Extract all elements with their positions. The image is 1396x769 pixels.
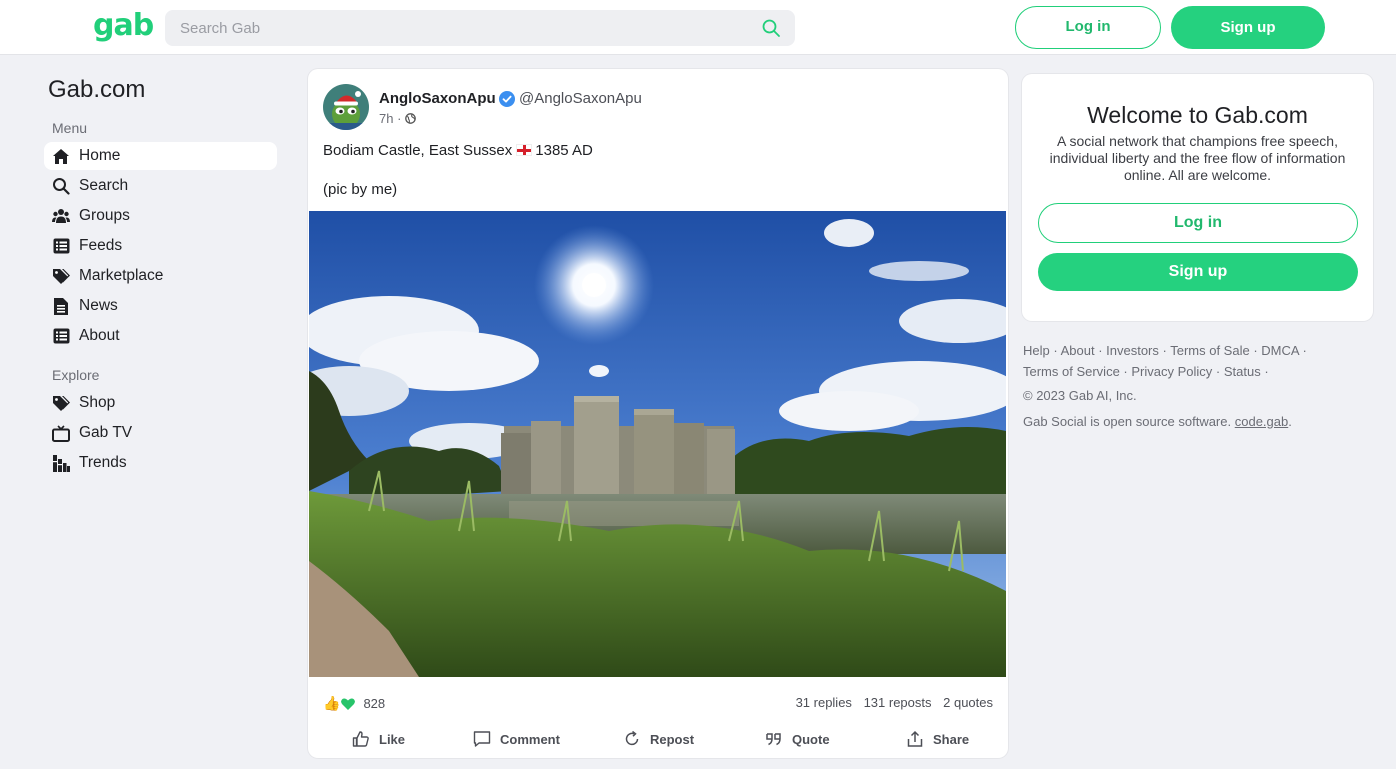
footer-link-dmca[interactable]: DMCA (1261, 343, 1299, 358)
search-input[interactable] (165, 10, 755, 46)
menu-section-label: Menu (52, 120, 88, 136)
sidebar-item-home[interactable]: Home (44, 142, 277, 170)
post-meta: 7h · (379, 111, 416, 126)
feeds-icon (52, 237, 70, 255)
comment-button[interactable]: Comment (473, 726, 560, 752)
login-button[interactable]: Log in (1015, 6, 1161, 49)
tag-icon (52, 267, 70, 285)
open-source-note: Gab Social is open source software. code… (1023, 414, 1292, 429)
tv-icon (52, 424, 70, 442)
share-label: Share (933, 731, 970, 747)
quote-icon (766, 733, 781, 746)
open-source-text: Gab Social is open source software. (1023, 414, 1232, 429)
comment-icon (473, 731, 491, 747)
copyright: © 2023 Gab AI, Inc. (1023, 388, 1137, 403)
england-flag-icon (516, 144, 533, 156)
groups-icon (52, 207, 70, 225)
top-bar: gab Log in Sign up (0, 0, 1396, 55)
reposts-count[interactable]: 131 reposts (864, 695, 932, 710)
gab-logo[interactable]: gab (93, 8, 154, 43)
thumbs-up-icon: 👍 (323, 695, 341, 711)
repost-label: Repost (650, 731, 695, 747)
footer-link-privacy-policy[interactable]: Privacy Policy (1131, 364, 1212, 379)
home-icon (52, 147, 70, 165)
sidebar-item-label: Feeds (79, 237, 123, 254)
welcome-login-button[interactable]: Log in (1038, 203, 1358, 243)
sidebar-item-marketplace[interactable]: Marketplace (44, 262, 277, 290)
post-text-line-1: Bodiam Castle, East Sussex 1385 AD (323, 142, 593, 159)
about-icon (52, 327, 70, 345)
sidebar-item-gab-tv[interactable]: Gab TV (44, 419, 277, 447)
sidebar-item-label: News (79, 297, 118, 314)
comment-label: Comment (500, 731, 560, 747)
share-icon (907, 730, 923, 747)
sidebar-item-label: Search (79, 177, 129, 194)
sidebar-item-groups[interactable]: Groups (44, 202, 277, 230)
quotes-count[interactable]: 2 quotes (943, 695, 993, 710)
globe-icon (405, 113, 416, 124)
footer-links: Help · About · Investors · Terms of Sale… (1023, 343, 1307, 379)
footer-link-investors[interactable]: Investors (1106, 343, 1159, 358)
post-image[interactable] (309, 211, 1006, 677)
sidebar-item-label: Shop (79, 394, 116, 411)
signup-button[interactable]: Sign up (1171, 6, 1325, 49)
code-gab-link[interactable]: code.gab (1235, 414, 1289, 429)
footer-link-status[interactable]: Status (1224, 364, 1261, 379)
heart-icon (341, 698, 356, 710)
footer-link-terms-of-sale[interactable]: Terms of Sale (1170, 343, 1249, 358)
sidebar-item-label: About (79, 327, 120, 344)
sidebar-item-about[interactable]: About (44, 322, 277, 350)
sidebar-item-label: Home (79, 147, 121, 164)
sidebar-item-label: Gab TV (79, 424, 133, 441)
search-icon (52, 177, 70, 195)
thumbs-up-icon (352, 731, 369, 747)
quote-label: Quote (792, 731, 830, 747)
search-bar[interactable] (165, 10, 795, 46)
post-text-line-2: (pic by me) (323, 181, 398, 198)
avatar[interactable] (323, 84, 369, 130)
site-title[interactable]: Gab.com (48, 76, 145, 104)
post-text-part: 1385 AD (535, 142, 593, 159)
meta-separator: · (397, 111, 406, 126)
welcome-description: A social network that champions free spe… (1049, 133, 1346, 183)
footer-link-help[interactable]: Help (1023, 343, 1050, 358)
news-icon (52, 297, 70, 315)
sidebar-item-label: Groups (79, 207, 130, 224)
sidebar-item-shop[interactable]: Shop (44, 389, 277, 417)
search-icon[interactable] (761, 18, 781, 38)
sidebar-item-trends[interactable]: Trends (44, 449, 277, 477)
like-label: Like (379, 731, 406, 747)
replies-count[interactable]: 31 replies (796, 695, 852, 710)
verified-badge-icon (499, 91, 515, 107)
share-button[interactable]: Share (906, 726, 969, 752)
explore-section-label: Explore (52, 367, 100, 383)
welcome-panel: Welcome to Gab.com A social network that… (1022, 74, 1373, 321)
repost-button[interactable]: Repost (623, 726, 694, 752)
trends-icon (52, 454, 70, 472)
post-time[interactable]: 7h (379, 111, 393, 126)
author-handle[interactable]: @AngloSaxonApu (519, 90, 642, 107)
reactions[interactable]: 👍 828 (323, 695, 385, 712)
sidebar-item-feeds[interactable]: Feeds (44, 232, 277, 260)
post-text-part: Bodiam Castle, East Sussex (323, 142, 513, 159)
repost-icon (625, 730, 639, 746)
reaction-count: 828 (363, 696, 386, 711)
welcome-title: Welcome to Gab.com (1087, 102, 1308, 128)
sidebar-item-label: Trends (79, 454, 127, 471)
shop-tag-icon (52, 394, 70, 412)
quote-button[interactable]: Quote (765, 726, 830, 752)
welcome-signup-button[interactable]: Sign up (1038, 253, 1358, 291)
sidebar-item-news[interactable]: News (44, 292, 277, 320)
footer-link-terms-of-service[interactable]: Terms of Service (1023, 364, 1120, 379)
sidebar-item-search[interactable]: Search (44, 172, 277, 200)
author-name[interactable]: AngloSaxonApu (379, 90, 496, 107)
post-stats: 31 replies 131 reposts 2 quotes (788, 695, 993, 710)
post-card: AngloSaxonApu @AngloSaxonApu 7h · Bodiam… (308, 69, 1008, 758)
footer-link-about[interactable]: About (1061, 343, 1095, 358)
like-button[interactable]: Like (352, 726, 405, 752)
sidebar-item-label: Marketplace (79, 267, 164, 284)
